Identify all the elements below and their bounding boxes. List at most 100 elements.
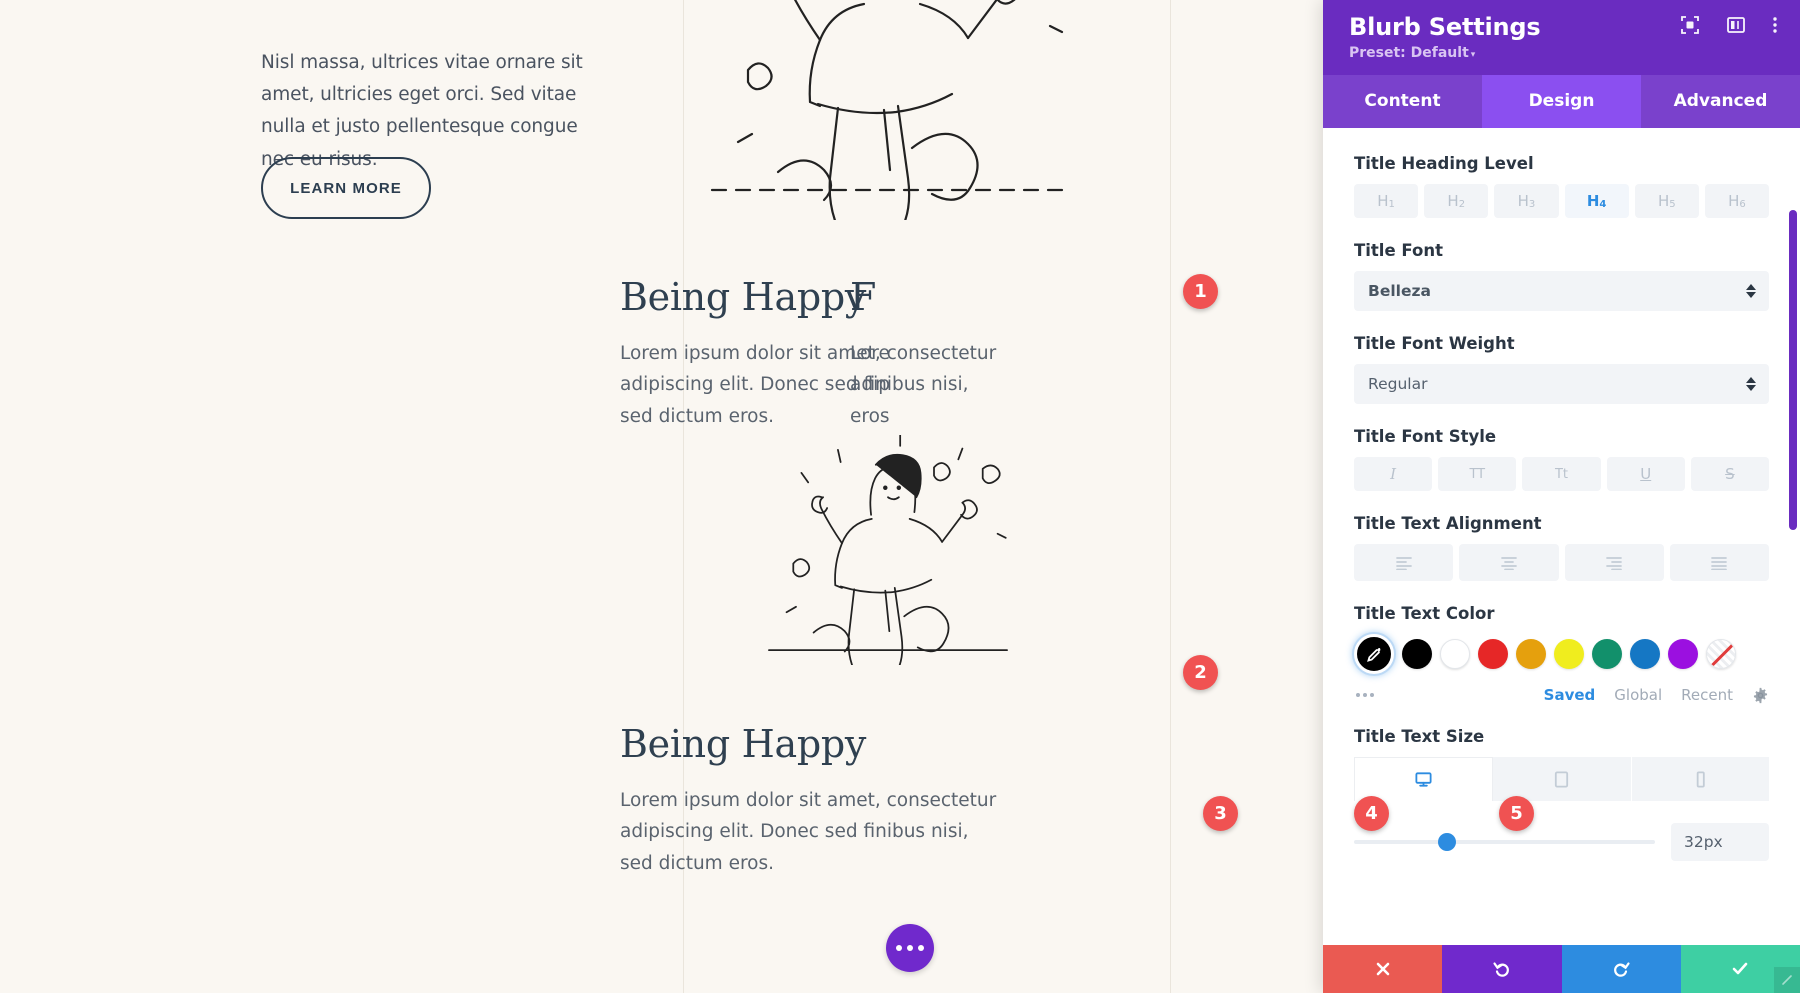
more-vertical-icon[interactable] bbox=[1772, 15, 1778, 35]
color-meta-row: Saved Global Recent bbox=[1354, 686, 1769, 704]
learn-more-button[interactable]: LEARN MORE bbox=[261, 157, 431, 219]
tab-design[interactable]: Design bbox=[1482, 75, 1641, 128]
device-tab-phone[interactable] bbox=[1631, 757, 1769, 801]
dot bbox=[918, 945, 924, 951]
blurb-body-line: adip bbox=[850, 374, 890, 396]
color-tab-global[interactable]: Global bbox=[1614, 686, 1662, 704]
happy-person-illustration bbox=[698, 435, 1078, 665]
panel-header: Blurb Settings Preset: Default ▾ bbox=[1323, 0, 1800, 75]
device-tab-tablet[interactable] bbox=[1493, 757, 1632, 801]
text-size-control-row bbox=[1354, 823, 1769, 861]
field-label: Title Text Alignment bbox=[1354, 514, 1542, 533]
field-title-font-weight: Title Font Weight Regular bbox=[1354, 334, 1769, 404]
heading-level-h6[interactable]: H6 bbox=[1704, 184, 1770, 218]
field-label: Title Text Size bbox=[1354, 727, 1485, 746]
field-label: Title Font bbox=[1354, 241, 1443, 260]
italic-icon[interactable]: I bbox=[1354, 457, 1433, 491]
step-badge-4: 4 bbox=[1354, 796, 1389, 831]
color-source-tabs: Saved Global Recent bbox=[1544, 686, 1769, 704]
swatch-purple[interactable] bbox=[1668, 639, 1698, 669]
swatch-transparent[interactable] bbox=[1706, 639, 1736, 669]
title-font-select[interactable]: Belleza bbox=[1354, 271, 1769, 311]
undo-button[interactable] bbox=[1442, 945, 1562, 993]
layout-columns-icon[interactable] bbox=[1726, 15, 1746, 35]
step-badge-2: 2 bbox=[1183, 655, 1218, 690]
text-alignment-group bbox=[1354, 544, 1769, 581]
field-title-font: Title Font Belleza bbox=[1354, 241, 1769, 311]
field-title-text-alignment: Title Text Alignment bbox=[1354, 514, 1769, 581]
preset-label: Preset: Default bbox=[1349, 45, 1469, 61]
swatch-black[interactable] bbox=[1402, 639, 1432, 669]
preset-selector[interactable]: Preset: Default ▾ bbox=[1349, 45, 1778, 61]
align-center-icon[interactable] bbox=[1459, 544, 1559, 581]
text-size-input[interactable] bbox=[1671, 823, 1769, 861]
heading-level-h4[interactable]: H4 bbox=[1564, 184, 1629, 218]
chevron-updown-icon bbox=[1746, 377, 1756, 391]
swatch-white[interactable] bbox=[1440, 639, 1470, 669]
cancel-button[interactable] bbox=[1323, 945, 1443, 993]
slider-thumb[interactable] bbox=[1438, 833, 1457, 851]
uppercase-icon[interactable]: TT bbox=[1438, 457, 1517, 491]
align-right-icon[interactable] bbox=[1564, 544, 1664, 581]
color-swatch-row bbox=[1354, 634, 1769, 674]
device-tab-desktop[interactable] bbox=[1354, 757, 1494, 801]
step-badge-3: 3 bbox=[1203, 796, 1238, 831]
panel-scrollbar[interactable] bbox=[1789, 210, 1797, 530]
redo-button[interactable] bbox=[1561, 945, 1681, 993]
font-style-group: I TT Tt U S bbox=[1354, 457, 1770, 491]
swatch-yellow[interactable] bbox=[1554, 639, 1584, 669]
heading-level-h5[interactable]: H5 bbox=[1634, 184, 1699, 218]
underline-icon[interactable]: U bbox=[1606, 457, 1685, 491]
step-badge-5: 5 bbox=[1499, 796, 1534, 831]
heading-level-h3[interactable]: H3 bbox=[1494, 184, 1559, 218]
device-tabs bbox=[1354, 757, 1769, 801]
color-settings-gear-icon[interactable] bbox=[1752, 687, 1769, 704]
heading-level-h1[interactable]: H1 bbox=[1354, 184, 1419, 218]
blurb-body: Lore adip eros bbox=[850, 338, 1230, 433]
swatch-red[interactable] bbox=[1478, 639, 1508, 669]
color-tab-saved[interactable]: Saved bbox=[1544, 686, 1596, 704]
text-size-slider[interactable] bbox=[1354, 832, 1655, 852]
align-left-icon[interactable] bbox=[1354, 544, 1454, 581]
more-colors-icon[interactable] bbox=[1354, 689, 1376, 701]
field-title-heading-level: Title Heading Level H1 H2 H3 H4 H5 H6 bbox=[1354, 154, 1770, 218]
happy-person-illustration bbox=[698, 0, 1078, 220]
small-caps-icon[interactable]: Tt bbox=[1522, 457, 1601, 491]
swatch-green[interactable] bbox=[1592, 639, 1622, 669]
color-tab-recent[interactable]: Recent bbox=[1681, 686, 1733, 704]
middle-column: Being Happy Lorem ipsum dolor sit amet, … bbox=[620, 0, 1170, 993]
strikethrough-icon[interactable]: S bbox=[1690, 457, 1770, 491]
blurb-body-line: Lore bbox=[850, 342, 890, 364]
blurb-settings-panel: Blurb Settings Preset: Default ▾ Content… bbox=[1323, 0, 1800, 993]
dot bbox=[907, 945, 913, 951]
swatch-orange[interactable] bbox=[1516, 639, 1546, 669]
panel-header-icons bbox=[1680, 15, 1778, 35]
panel-tabs: Content Design Advanced bbox=[1323, 75, 1800, 128]
slider-track bbox=[1354, 840, 1655, 844]
blurb-body: Lorem ipsum dolor sit amet, consectetur … bbox=[620, 789, 997, 875]
field-label: Title Font Style bbox=[1354, 427, 1497, 446]
step-badge-1: 1 bbox=[1183, 274, 1218, 309]
blurb-item: Being Happy Lorem ipsum dolor sit amet, … bbox=[620, 722, 1000, 898]
left-column: Nisl massa, ultrices vitae ornare sit am… bbox=[0, 0, 683, 993]
field-title-text-size: Title Text Size bbox=[1354, 727, 1769, 861]
focus-target-icon[interactable] bbox=[1680, 15, 1700, 35]
field-label: Title Font Weight bbox=[1354, 334, 1515, 353]
heading-level-group: H1 H2 H3 H4 H5 H6 bbox=[1354, 184, 1770, 218]
field-label: Title Heading Level bbox=[1354, 154, 1534, 173]
title-font-weight-select[interactable]: Regular bbox=[1354, 364, 1769, 404]
eyedropper-icon[interactable] bbox=[1354, 634, 1394, 674]
dot bbox=[896, 945, 902, 951]
blurb-title: F bbox=[850, 275, 877, 319]
tab-content[interactable]: Content bbox=[1323, 75, 1482, 128]
title-font-value: Belleza bbox=[1368, 282, 1431, 300]
title-font-weight-value: Regular bbox=[1368, 375, 1428, 393]
blurb-body-line: eros bbox=[850, 406, 890, 428]
swatch-blue[interactable] bbox=[1630, 639, 1660, 669]
tab-advanced[interactable]: Advanced bbox=[1641, 75, 1800, 128]
resize-handle[interactable] bbox=[1774, 967, 1800, 993]
align-justify-icon[interactable] bbox=[1669, 544, 1769, 581]
heading-level-h2[interactable]: H2 bbox=[1424, 184, 1489, 218]
more-options-fab[interactable] bbox=[886, 924, 934, 972]
blurb-item-obscured: F Lore adip eros bbox=[850, 275, 1230, 451]
